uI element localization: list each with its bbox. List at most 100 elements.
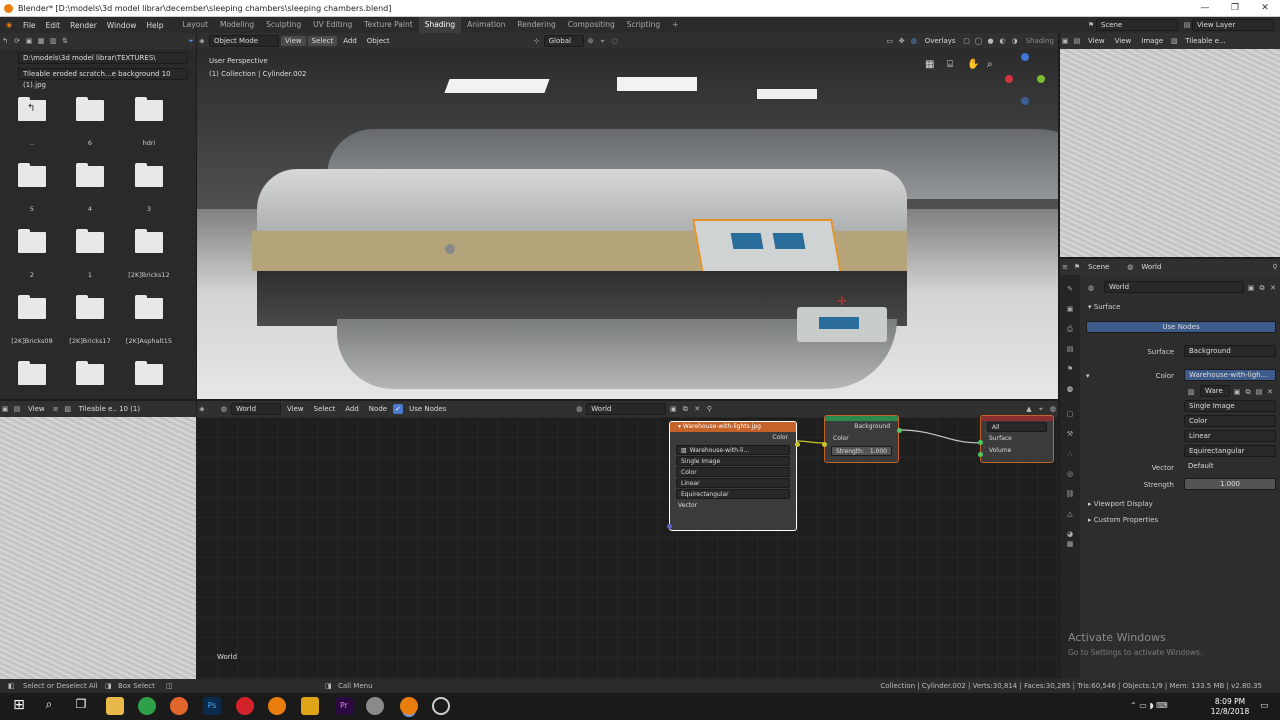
- folder-icon[interactable]: [76, 163, 104, 187]
- snap-icon[interactable]: ⌖: [598, 36, 608, 46]
- snap-icon[interactable]: ⌖: [1036, 404, 1046, 414]
- folder-icon[interactable]: [76, 295, 104, 319]
- editor-type-icon[interactable]: ▣: [0, 404, 10, 414]
- pin-icon[interactable]: ⚲: [1270, 262, 1280, 272]
- path-field[interactable]: D:\models\3d model librar\TEXTURES\: [18, 52, 188, 64]
- 3d-viewport[interactable]: ✛ User Perspective (1) Collection | Cyli…: [197, 49, 1058, 399]
- menu-view[interactable]: View: [1084, 36, 1109, 46]
- menu-object[interactable]: Object: [363, 36, 394, 46]
- texture-tab-icon[interactable]: ▦: [1065, 540, 1075, 550]
- pin-icon[interactable]: ⚲: [704, 404, 714, 414]
- image-preview-top[interactable]: [1060, 49, 1280, 257]
- search-icon[interactable]: ⌕: [40, 697, 58, 715]
- image-node-interpolation[interactable]: Linear: [676, 478, 790, 488]
- zoom-icon[interactable]: ⌕: [987, 59, 993, 70]
- obs-icon[interactable]: [432, 697, 450, 715]
- navigation-gizmo[interactable]: [1005, 53, 1047, 109]
- view-layer-tab-icon[interactable]: ▤: [1065, 345, 1075, 355]
- folder-icon[interactable]: [135, 295, 163, 319]
- image-node-header[interactable]: ▾ Warehouse-with-lights.jpg: [670, 422, 796, 432]
- color-expand-icon[interactable]: ▾: [1086, 369, 1090, 383]
- folder-icon[interactable]: [18, 361, 46, 385]
- image-name-field[interactable]: Ware: [1200, 385, 1230, 397]
- view-layer-select[interactable]: View Layer: [1192, 19, 1274, 31]
- gizmo-icon[interactable]: ✥: [897, 36, 907, 46]
- blender-active-icon[interactable]: [400, 697, 418, 715]
- menu-view[interactable]: View: [24, 404, 49, 414]
- image-source-select[interactable]: Single Image: [1184, 400, 1276, 412]
- orientation-select[interactable]: Global: [543, 35, 584, 47]
- filter-icon[interactable]: ▥: [48, 36, 58, 46]
- surface-input-socket[interactable]: [978, 440, 983, 445]
- menu-view-2[interactable]: View: [1111, 36, 1136, 46]
- open-image-icon[interactable]: ▤: [1254, 387, 1264, 397]
- overlays-dropdown[interactable]: Overlays: [921, 36, 960, 46]
- background-output-socket[interactable]: [897, 428, 902, 433]
- background-node[interactable]: Background Color Strength: 1.000: [822, 415, 902, 463]
- vector-field[interactable]: Default: [1184, 461, 1276, 473]
- folder-icon[interactable]: [135, 97, 163, 121]
- object-tab-icon[interactable]: ▢: [1065, 410, 1075, 420]
- shading-dropdown[interactable]: Shading: [1022, 36, 1058, 46]
- image-select[interactable]: Tileable e.. 10 (1): [75, 404, 145, 414]
- overlay-icon[interactable]: ◍: [1048, 404, 1058, 414]
- menu-view[interactable]: View: [281, 36, 306, 46]
- material-tab-icon[interactable]: ◕: [1065, 530, 1075, 540]
- folder-icon[interactable]: [76, 361, 104, 385]
- unlink-icon[interactable]: ✕: [1268, 283, 1278, 293]
- folder-icon[interactable]: [18, 295, 46, 319]
- camera-icon[interactable]: ⌸: [947, 59, 953, 70]
- view-object-types-icon[interactable]: ▭: [885, 36, 895, 46]
- new-world-icon[interactable]: ⧉: [680, 404, 690, 414]
- menu-view[interactable]: View: [283, 404, 308, 414]
- scene-tab-icon[interactable]: ⚑: [1065, 365, 1075, 375]
- photoshop-icon[interactable]: Ps: [203, 697, 221, 715]
- menu-add[interactable]: Add: [339, 36, 361, 46]
- file-explorer-icon[interactable]: [106, 697, 124, 715]
- firefox-icon[interactable]: [170, 697, 188, 715]
- world-name-field[interactable]: World: [1104, 281, 1244, 293]
- menu-file[interactable]: File: [18, 21, 41, 30]
- maximize-icon[interactable]: ❐: [1220, 0, 1250, 17]
- windows-start-icon[interactable]: ⊞: [10, 697, 28, 715]
- image-node-source[interactable]: Single Image: [676, 456, 790, 466]
- particles-tab-icon[interactable]: ∴: [1065, 450, 1075, 460]
- mode-icon[interactable]: ▤: [12, 404, 22, 414]
- image-icon[interactable]: ▧: [681, 446, 687, 454]
- menu-help[interactable]: Help: [141, 21, 168, 30]
- color-space-select[interactable]: Color: [1184, 415, 1276, 427]
- editor-type-icon[interactable]: ≡: [1060, 262, 1070, 272]
- refresh-icon[interactable]: ⟳: [12, 36, 22, 46]
- modifier-tab-icon[interactable]: ⚒: [1065, 430, 1075, 440]
- sort-icon[interactable]: ⇅: [60, 36, 70, 46]
- gizmo-y-axis[interactable]: [1037, 75, 1045, 83]
- pan-hand-icon[interactable]: ✋: [967, 59, 979, 70]
- tab-texture-paint[interactable]: Texture Paint: [358, 17, 418, 33]
- world-datablock-field[interactable]: World: [586, 403, 667, 415]
- surface-select[interactable]: Background: [1184, 345, 1276, 357]
- gizmo-neg-z-axis[interactable]: [1021, 97, 1029, 105]
- minimize-icon[interactable]: —: [1190, 0, 1220, 17]
- tool-tab-icon[interactable]: ✎: [1065, 285, 1075, 295]
- opera-icon[interactable]: [236, 697, 254, 715]
- display-mode-icon[interactable]: ▦: [36, 36, 46, 46]
- add-workspace-icon[interactable]: +: [666, 17, 684, 33]
- folder-icon[interactable]: [135, 229, 163, 253]
- new-image-icon[interactable]: ⧉: [1243, 387, 1253, 397]
- shader-type-select[interactable]: World: [231, 403, 281, 415]
- scene-select[interactable]: Scene: [1096, 19, 1178, 31]
- world-output-target[interactable]: All: [987, 422, 1047, 432]
- selected-control-panel[interactable]: [692, 219, 842, 274]
- tab-scripting[interactable]: Scripting: [621, 17, 666, 33]
- use-nodes-checkbox[interactable]: ✓: [393, 404, 404, 414]
- parent-dir-icon[interactable]: ↰: [0, 36, 10, 46]
- system-tray-icons[interactable]: ⌃ ▭ ◗ ⌨: [1130, 701, 1168, 710]
- blender-taskbar-icon[interactable]: [268, 697, 286, 715]
- image-preview-left[interactable]: [0, 417, 196, 679]
- mode-select[interactable]: Object Mode: [209, 35, 279, 47]
- menu-icon[interactable]: ≡: [51, 404, 61, 414]
- menu-node[interactable]: Node: [365, 404, 391, 414]
- sublime-icon[interactable]: [301, 697, 319, 715]
- image-node-colorspace[interactable]: Color: [676, 467, 790, 477]
- strength-field[interactable]: 1.000: [1184, 478, 1276, 490]
